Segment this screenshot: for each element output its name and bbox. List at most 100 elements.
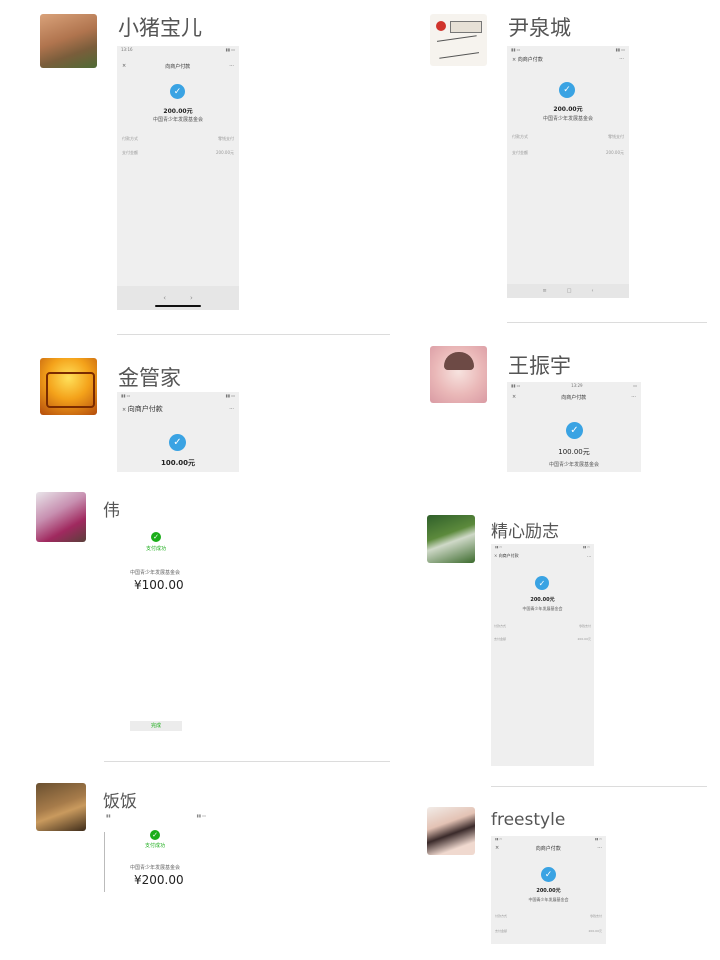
nav-title: 向商户付款 <box>127 405 163 413</box>
avatar-logo-icon <box>46 372 95 408</box>
author-name[interactable]: 王振宇 <box>508 350 571 380</box>
status-bar: ▮▮ ▭ ▮▮ ▭ <box>495 837 602 841</box>
close-icon[interactable]: × <box>122 407 126 413</box>
merchant-name: 中国青少年发展基金会 <box>152 117 203 123</box>
status-bar: ▮▮ ▮▮ ▭ <box>106 813 206 818</box>
post-divider <box>117 334 390 335</box>
amount: 200.00元 <box>536 888 561 894</box>
payment-screenshot[interactable]: ▮▮ ▮▮ ▭ ✓ 支付成功 中国青少年发展基金会 ¥200.00 <box>104 812 354 912</box>
success-check-icon: ✓ <box>535 576 549 590</box>
more-icon[interactable]: ··· <box>597 845 602 851</box>
android-nav-bar: ≡ □ ‹ <box>507 284 629 298</box>
close-icon[interactable]: × <box>122 63 126 69</box>
nav-title: 向商户付款 <box>535 845 561 852</box>
amount: 100.00元 <box>160 459 195 467</box>
author-name[interactable]: 尹泉城 <box>508 12 571 42</box>
merchant-name: 中国青少年发展基金会 <box>528 897 569 902</box>
author-name[interactable]: 金管家 <box>118 362 181 392</box>
author-name[interactable]: 小猪宝儿 <box>118 12 202 42</box>
amount: ¥100.00 <box>134 578 184 592</box>
payment-status: 支付成功 <box>145 843 166 849</box>
signal-icon: ▮▮ ▭ <box>225 47 235 52</box>
forward-icon[interactable]: › <box>190 294 193 302</box>
success-check-icon: ✓ <box>151 532 161 542</box>
success-check-icon: ✓ <box>169 434 186 451</box>
post-divider <box>507 322 707 323</box>
avatar[interactable] <box>36 783 86 831</box>
close-icon[interactable]: × <box>494 553 497 558</box>
merchant-name: 中国青少年发展基金会 <box>548 462 599 468</box>
amount: 200.00元 <box>163 108 193 115</box>
nav-bar: × 向商户付款 ··· <box>507 54 629 64</box>
status-time: 13:29 <box>571 383 583 388</box>
success-check-icon: ✓ <box>170 84 185 99</box>
detail-row: 支付金额 200.00元 <box>494 637 591 641</box>
avatar-scribble <box>436 35 480 59</box>
status-bar: ▮▮ ▭ 13:29 ▭ <box>511 383 637 388</box>
status-bar: ▮▮ ▭ ▮▮ ▭ <box>121 393 235 398</box>
nav-title: 向商户付款 <box>498 553 519 558</box>
amount: ¥200.00 <box>134 873 184 887</box>
menu-icon[interactable]: ≡ <box>543 288 547 294</box>
payment-screenshot[interactable]: ✓ 支付成功 中国青少年发展基金会 ¥100.00 完成 <box>104 522 354 752</box>
avatar[interactable] <box>427 807 475 855</box>
nav-title: 向商户付款 <box>561 394 587 401</box>
amount: 100.00元 <box>558 448 590 456</box>
back-icon[interactable]: ‹ <box>591 288 593 294</box>
avatar-logo-icon <box>436 21 446 31</box>
detail-row: 付款方式 零钱支付 <box>495 914 602 918</box>
avatar-hair <box>444 352 474 370</box>
close-icon[interactable]: × <box>495 845 499 851</box>
detail-row: 支付金额 200.00元 <box>495 929 602 933</box>
close-icon[interactable]: × <box>512 394 516 400</box>
avatar[interactable] <box>40 14 97 68</box>
author-name[interactable]: 饭饭 <box>103 787 137 812</box>
payment-screenshot[interactable]: ▮▮ ▭ ▮▮ ▭ × 向商户付款 ··· ✓ 200.00元 中国青少年发展基金… <box>491 836 606 944</box>
payment-screenshot[interactable]: ▮▮ ▭ ▮▮ ▭ × 向商户付款 ··· ✓ 200.00元 中国青少年发展基金… <box>491 544 594 766</box>
more-icon[interactable]: ··· <box>619 56 624 62</box>
more-icon[interactable]: ··· <box>631 394 636 400</box>
nav-bar: × 向商户付款 ··· <box>117 61 239 71</box>
amount: 200.00元 <box>553 106 583 113</box>
home-icon[interactable]: □ <box>567 288 572 294</box>
payment-screenshot[interactable]: ▮▮ ▭ ▮▮ ▭ × 向商户付款 ··· ✓ 200.00元 中国青少年发展基金… <box>507 46 629 298</box>
payment-screenshot[interactable]: ▮▮ ▭ 13:29 ▭ × 向商户付款 ··· ✓ 100.00元 中国青少年发展… <box>507 382 641 472</box>
amount: 200.00元 <box>530 597 555 603</box>
avatar[interactable] <box>430 346 487 403</box>
nav-bar: × 向商户付款 ··· <box>117 404 239 414</box>
payment-screenshot[interactable]: 13:16 ▮▮ ▭ × 向商户付款 ··· ✓ 200.00元 中国青少年发展基… <box>117 46 239 310</box>
more-icon[interactable]: ··· <box>587 554 591 559</box>
avatar-logo-badge <box>450 21 482 33</box>
detail-row: 付款方式 零钱支付 <box>122 136 234 141</box>
payment-screenshot[interactable]: ▮▮ ▭ ▮▮ ▭ × 向商户付款 ··· ✓ 100.00元 <box>117 392 239 472</box>
avatar[interactable] <box>40 358 97 415</box>
nav-title: 向商户付款 <box>517 56 543 63</box>
more-icon[interactable]: ··· <box>229 406 234 412</box>
status-time: 13:16 <box>121 47 133 52</box>
status-bar: 13:16 ▮▮ ▭ <box>117 46 239 53</box>
author-name[interactable]: 伟 <box>103 496 120 521</box>
author-name[interactable]: freestyle <box>491 810 565 830</box>
nav-bar: × 向商户付款 ··· <box>491 551 594 561</box>
avatar[interactable] <box>36 492 86 542</box>
nav-bar: × 向商户付款 ··· <box>491 843 606 853</box>
nav-title: 向商户付款 <box>165 63 191 70</box>
success-check-icon: ✓ <box>541 867 556 882</box>
done-button[interactable]: 完成 <box>130 721 182 731</box>
left-edge-line <box>104 832 105 892</box>
more-icon[interactable]: ··· <box>229 63 234 69</box>
avatar[interactable] <box>430 14 487 66</box>
author-name[interactable]: 精心励志 <box>491 517 559 542</box>
home-indicator <box>155 305 201 307</box>
status-bar: ▮▮ ▭ ▮▮ ▭ <box>511 47 625 52</box>
detail-row: 付款方式 零钱支付 <box>494 624 591 628</box>
merchant-name: 中国青少年发展基金会 <box>130 865 181 871</box>
merchant-name: 中国青少年发展基金会 <box>522 606 563 611</box>
nav-bar: × 向商户付款 ··· <box>507 392 641 402</box>
avatar[interactable] <box>427 515 475 563</box>
detail-row: 付款方式 零钱支付 <box>512 134 624 139</box>
close-icon[interactable]: × <box>512 57 516 63</box>
back-icon[interactable]: ‹ <box>163 294 166 302</box>
merchant-name: 中国青少年发展基金会 <box>130 570 181 576</box>
detail-row: 支付金额 200.00元 <box>512 150 624 155</box>
